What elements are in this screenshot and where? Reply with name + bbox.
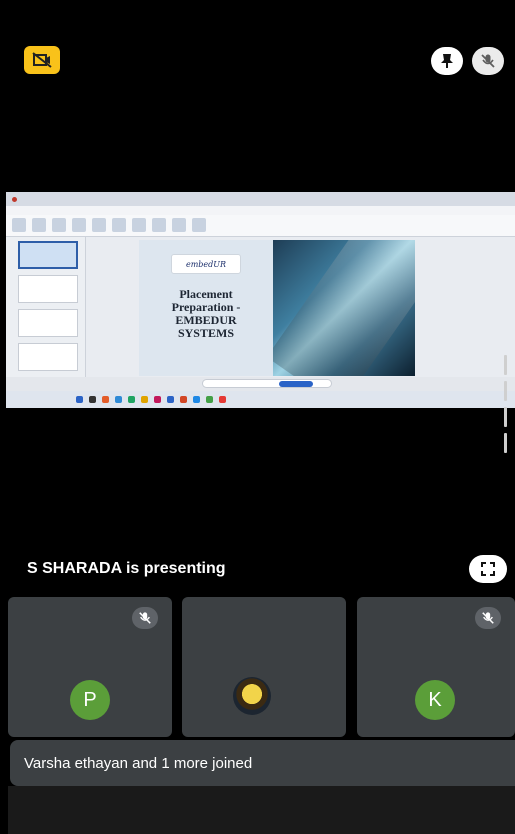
ppt-menu-bar <box>6 206 515 215</box>
mic-off-icon <box>132 607 158 629</box>
camera-off-button[interactable] <box>24 46 60 74</box>
join-notification: Varsha ethayan and 1 more joined <box>10 740 515 786</box>
scroll-indicator[interactable] <box>504 355 507 460</box>
sharing-banner <box>202 379 332 388</box>
camera-off-icon <box>32 52 52 68</box>
fullscreen-icon <box>481 562 495 576</box>
fullscreen-button[interactable] <box>469 555 507 583</box>
current-slide: embedUR Placement Preparation - EMBEDUR … <box>139 240 415 376</box>
participant-tile[interactable] <box>182 597 346 737</box>
avatar: K <box>415 680 455 720</box>
windows-taskbar <box>6 391 515 408</box>
shared-screen: embedUR Placement Preparation - EMBEDUR … <box>6 192 515 408</box>
mic-off-icon <box>475 607 501 629</box>
participant-tile[interactable]: K <box>357 597 515 737</box>
slide-thumbnails <box>6 237 86 377</box>
presenter-label: S SHARADA is presenting <box>27 560 226 577</box>
slide-title: Placement Preparation - EMBEDUR SYSTEMS <box>171 287 241 340</box>
pin-button[interactable] <box>431 47 463 75</box>
avatar: P <box>70 680 110 720</box>
slide-thumbnail <box>18 241 78 269</box>
slide-image <box>273 240 415 376</box>
slide-thumbnail <box>18 343 78 371</box>
bottom-area <box>8 786 515 834</box>
slide-logo: embedUR <box>171 254 241 274</box>
ppt-title-bar <box>6 192 515 206</box>
mute-status-button[interactable] <box>472 47 504 75</box>
pin-icon <box>441 54 453 68</box>
ppt-ribbon <box>6 215 515 237</box>
avatar <box>233 677 271 715</box>
mic-off-icon <box>481 54 495 68</box>
slide-thumbnail <box>18 275 78 303</box>
slide-thumbnail <box>18 309 78 337</box>
participant-tile[interactable]: P <box>8 597 172 737</box>
